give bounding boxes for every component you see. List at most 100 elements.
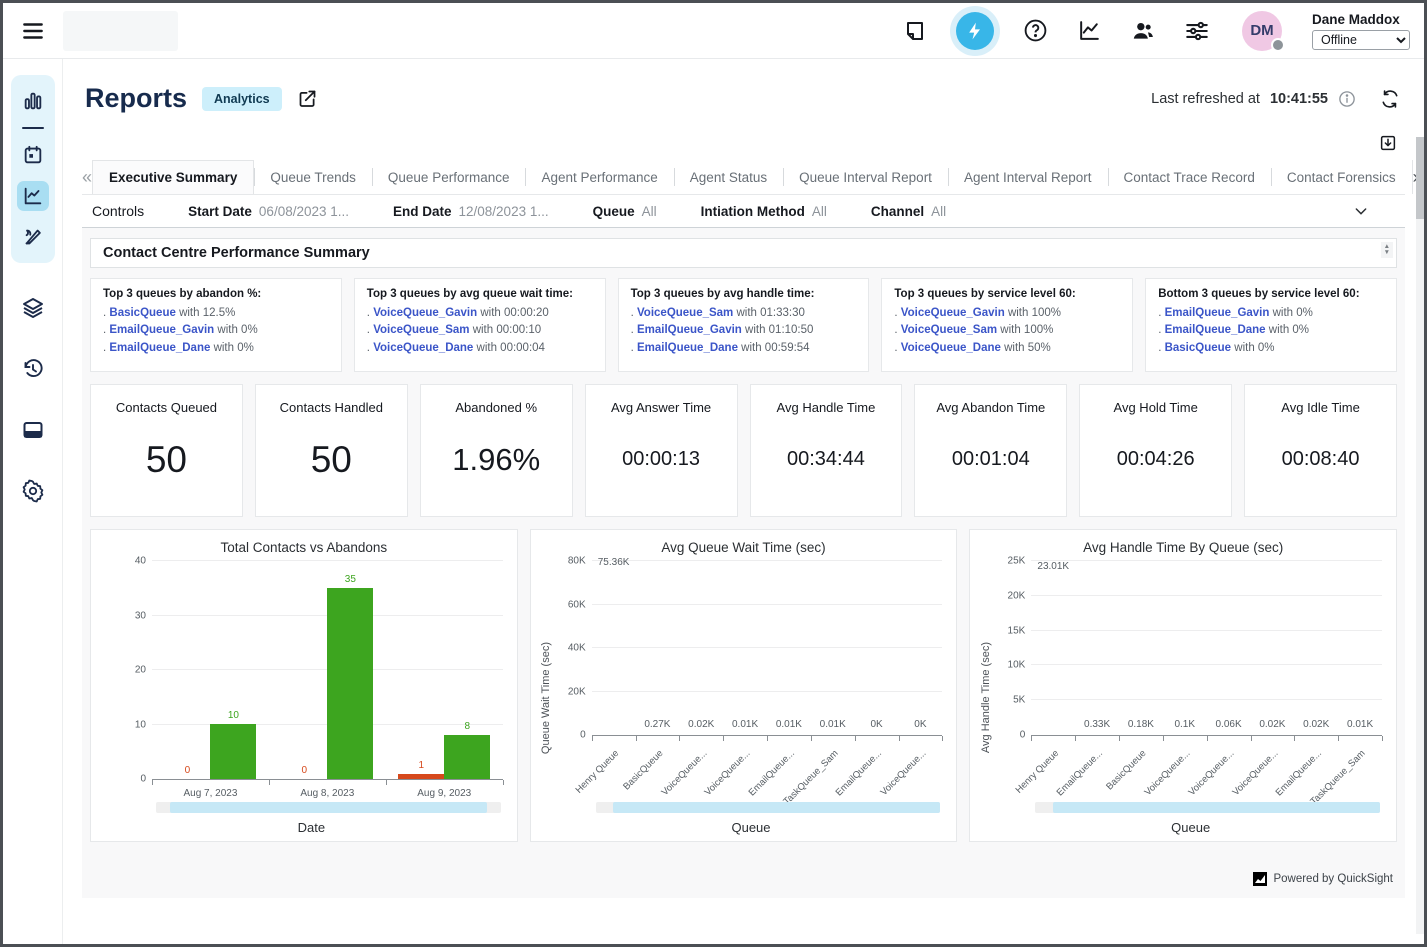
filter-channel[interactable]: Channel All bbox=[871, 204, 946, 219]
preferences-icon[interactable] bbox=[1184, 18, 1210, 44]
info-icon[interactable] bbox=[1338, 90, 1356, 108]
tabs-scroll-left-icon[interactable]: « bbox=[82, 160, 92, 194]
calendar-icon[interactable] bbox=[17, 140, 49, 170]
x-tick-label: Aug 8, 2023 bbox=[269, 785, 386, 799]
gear-icon[interactable] bbox=[17, 476, 49, 506]
vertical-scrollbar-thumb[interactable] bbox=[1416, 137, 1424, 219]
filter-intiation-method[interactable]: Intiation MethodAll bbox=[701, 204, 827, 219]
window-icon[interactable] bbox=[17, 415, 49, 445]
queue-name-link: VoiceQueue_Gavin bbox=[373, 307, 477, 319]
kpi-label: Avg Abandon Time bbox=[936, 400, 1045, 415]
tab-agent-status[interactable]: Agent Status bbox=[674, 160, 783, 194]
bar-slot: 0K bbox=[855, 719, 899, 735]
filter-label: Channel bbox=[871, 204, 924, 219]
line-chart-icon[interactable] bbox=[17, 181, 49, 211]
chart-avg-handle-time-by-queue: Avg Handle Time By Queue (sec)Avg Handle… bbox=[969, 529, 1397, 842]
plot-area: 020K40K60K80K75.36K0.27K0.02K0.01K0.01K0… bbox=[592, 561, 943, 736]
kpi-card-contacts-handled: Contacts Handled50 bbox=[255, 384, 408, 517]
chart-hscrollbar bbox=[1035, 802, 1380, 813]
chart-hscrollbar-thumb[interactable] bbox=[1053, 802, 1380, 813]
chart-title: Avg Queue Wait Time (sec) bbox=[539, 540, 949, 555]
x-axis-title: Queue bbox=[993, 820, 1388, 835]
queue-name-link: EmailQueue_Gavin bbox=[109, 324, 214, 336]
bars-layer: 23.01K0.33K0.18K0.1K0.06K0.02K0.02K0.01K bbox=[1031, 561, 1382, 735]
main-content: Reports Analytics Last refreshed at 10:4… bbox=[63, 59, 1424, 944]
tab-agent-performance[interactable]: Agent Performance bbox=[525, 160, 673, 194]
y-tick-label: 40K bbox=[568, 643, 586, 654]
users-icon[interactable] bbox=[1130, 18, 1156, 44]
filter-start-date[interactable]: Start Date06/08/2023 1... bbox=[188, 204, 349, 219]
x-tick-slot: VoiceQueue... bbox=[898, 741, 942, 799]
bars-layer: 01003518 bbox=[152, 561, 503, 779]
tab-queue-trends[interactable]: Queue Trends bbox=[254, 160, 372, 194]
tab-queue-interval-report[interactable]: Queue Interval Report bbox=[783, 160, 948, 194]
history-icon[interactable] bbox=[17, 354, 49, 384]
x-axis-labels: Aug 7, 2023Aug 8, 2023Aug 9, 2023 bbox=[152, 785, 503, 799]
summary-item: . BasicQueue with 12.5% bbox=[103, 305, 329, 322]
section-stepper[interactable]: ▲▼ bbox=[1381, 242, 1393, 258]
summary-card: Top 3 queues by service level 60:. Voice… bbox=[881, 278, 1133, 372]
filter-label: Queue bbox=[593, 204, 635, 219]
chart-hscrollbar-thumb[interactable] bbox=[613, 802, 940, 813]
y-tick-label: 80K bbox=[568, 556, 586, 567]
filter-end-date[interactable]: End Date12/08/2023 1... bbox=[393, 204, 549, 219]
summary-item: . EmailQueue_Dane with 0% bbox=[103, 340, 329, 357]
filter-queue[interactable]: QueueAll bbox=[593, 204, 657, 219]
bar-slot: 0.01K bbox=[1338, 719, 1382, 735]
metrics-icon[interactable] bbox=[1076, 18, 1102, 44]
refresh-icon[interactable] bbox=[1380, 89, 1400, 109]
y-tick-label: 20K bbox=[568, 686, 586, 697]
chart-body: Queue Wait Time (sec)020K40K60K80K75.36K… bbox=[539, 561, 949, 835]
kpi-label: Avg Idle Time bbox=[1281, 400, 1360, 415]
bar bbox=[210, 724, 256, 779]
boost-lightning-icon[interactable] bbox=[956, 12, 994, 50]
download-icon[interactable] bbox=[1379, 134, 1397, 152]
design-icon[interactable] bbox=[17, 222, 49, 252]
notes-icon[interactable] bbox=[902, 18, 928, 44]
hamburger-menu-icon[interactable] bbox=[3, 18, 63, 44]
bar-value-label: 0 bbox=[302, 765, 308, 776]
filter-value: 12/08/2023 1... bbox=[459, 204, 549, 219]
bars-layer: 75.36K0.27K0.02K0.01K0.01K0.01K0K0K bbox=[592, 561, 943, 735]
app-window: DM Dane Maddox Offline bbox=[0, 0, 1427, 947]
summary-item: . VoiceQueue_Gavin with 00:00:20 bbox=[367, 305, 593, 322]
bar-slot: 0.27K bbox=[636, 719, 680, 735]
queue-name-link: VoiceQueue_Sam bbox=[637, 307, 733, 319]
filter-value: All bbox=[812, 204, 827, 219]
layers-icon[interactable] bbox=[17, 293, 49, 323]
kpi-label: Contacts Queued bbox=[116, 400, 217, 415]
bar-value-label: 0.02K bbox=[1303, 719, 1329, 730]
bar-value-label: 0.1K bbox=[1174, 719, 1195, 730]
tab-contact-trace-record[interactable]: Contact Trace Record bbox=[1108, 160, 1271, 194]
powered-by-text: Powered by QuickSight bbox=[1273, 873, 1393, 885]
dashboard-embed: « Executive SummaryQueue TrendsQueue Per… bbox=[82, 126, 1405, 898]
chart-hscrollbar bbox=[596, 802, 941, 813]
chart-hscrollbar-thumb[interactable] bbox=[170, 802, 487, 813]
chart-avg-queue-wait-time: Avg Queue Wait Time (sec)Queue Wait Time… bbox=[530, 529, 958, 842]
y-tick-label: 25K bbox=[1008, 556, 1026, 567]
external-link-icon[interactable] bbox=[297, 88, 318, 109]
tab-contact-forensics[interactable]: Contact Forensics bbox=[1271, 160, 1412, 194]
summary-card: Top 3 queues by avg handle time:. VoiceQ… bbox=[618, 278, 870, 372]
x-axis-ticks bbox=[152, 780, 503, 785]
status-select[interactable]: Offline bbox=[1312, 30, 1410, 50]
help-icon[interactable] bbox=[1022, 18, 1048, 44]
kpi-card-abandoned: Abandoned %1.96% bbox=[420, 384, 573, 517]
bar-slot: 0.02K bbox=[1250, 719, 1294, 735]
bar-slot: 0.18K bbox=[1119, 719, 1163, 735]
controls-expand-icon[interactable] bbox=[1353, 203, 1395, 219]
vertical-scrollbar[interactable] bbox=[1416, 137, 1424, 934]
tab-agent-interval-report[interactable]: Agent Interval Report bbox=[948, 160, 1108, 194]
bar bbox=[398, 774, 444, 779]
tab-queue-performance[interactable]: Queue Performance bbox=[372, 160, 526, 194]
summary-item: . BasicQueue with 0% bbox=[1158, 340, 1384, 357]
y-axis-label: Avg Handle Time (sec) bbox=[978, 561, 993, 835]
bar-slot: 0.01K bbox=[723, 719, 767, 735]
bar-chart-icon[interactable] bbox=[17, 86, 49, 116]
y-tick-label: 40 bbox=[135, 556, 146, 567]
tab-executive-summary[interactable]: Executive Summary bbox=[92, 160, 254, 194]
summary-item: . VoiceQueue_Dane with 50% bbox=[894, 340, 1120, 357]
summary-card-title: Top 3 queues by avg handle time: bbox=[631, 288, 857, 300]
filter-value: All bbox=[931, 204, 946, 219]
summary-item: . EmailQueue_Gavin with 0% bbox=[1158, 305, 1384, 322]
